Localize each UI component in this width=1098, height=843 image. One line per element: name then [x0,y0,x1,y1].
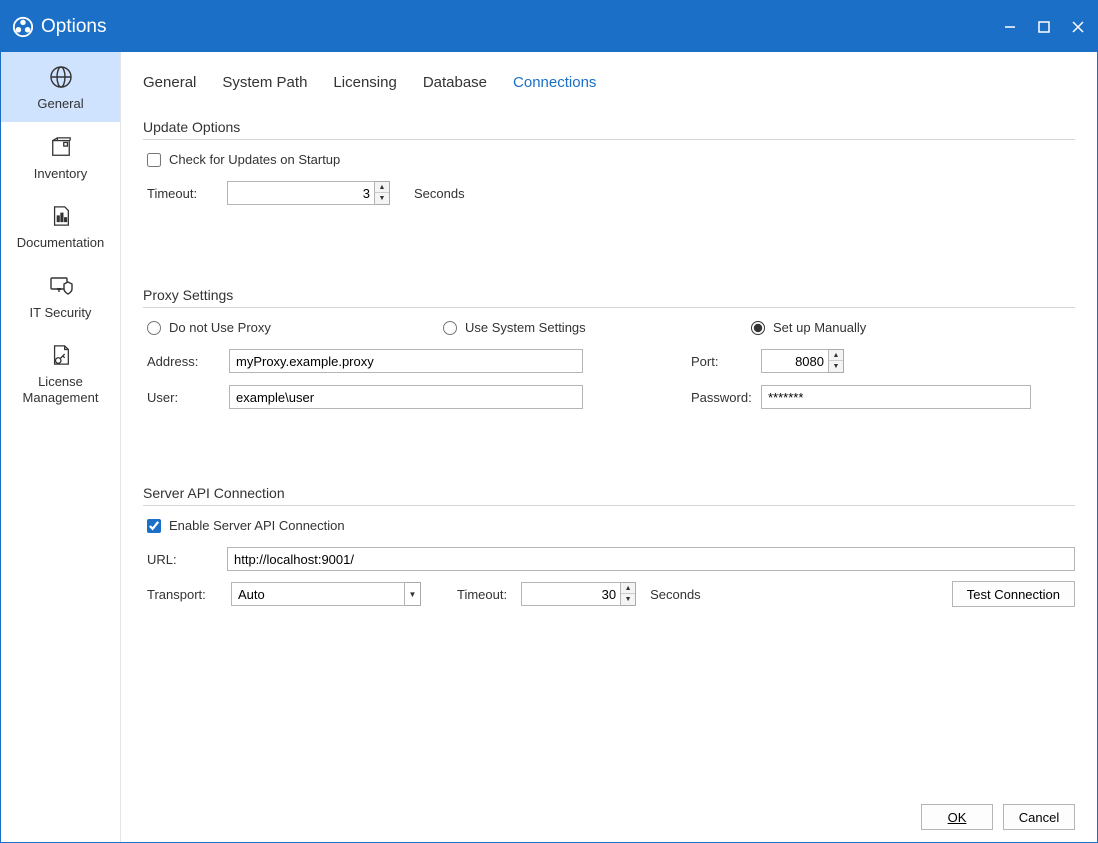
transport-label: Transport: [147,587,217,602]
proxy-port-input[interactable] [761,349,829,373]
main-panel: General System Path Licensing Database C… [121,52,1097,842]
spinner-down-icon[interactable]: ▼ [621,594,635,605]
minimize-button[interactable] [993,2,1027,52]
api-timeout-unit: Seconds [650,587,701,602]
api-heading: Server API Connection [143,485,1075,501]
proxy-radio-none[interactable] [147,321,161,335]
transport-select[interactable] [231,582,405,606]
divider [143,307,1075,308]
sidebar-item-label: License Management [23,374,99,405]
enable-api-label: Enable Server API Connection [169,518,345,533]
timeout-input[interactable] [227,181,375,205]
proxy-password-label: Password: [675,390,755,405]
check-updates-label: Check for Updates on Startup [169,152,340,167]
ok-button[interactable]: OK [921,804,993,830]
tab-database[interactable]: Database [423,74,487,91]
proxy-radio-manual[interactable] [751,321,765,335]
enable-api-checkbox[interactable] [147,519,161,533]
window-title: Options [41,16,106,38]
divider [143,505,1075,506]
timeout-label: Timeout: [147,186,217,201]
maximize-button[interactable] [1027,2,1061,52]
sidebar: General Inventory Documentation IT Secur… [1,52,121,842]
update-options-heading: Update Options [143,119,1075,135]
proxy-address-input[interactable] [229,349,583,373]
globe-icon [48,64,74,90]
proxy-password-input[interactable] [761,385,1031,409]
proxy-user-input[interactable] [229,385,583,409]
shield-icon [48,273,74,299]
spinner-up-icon[interactable]: ▲ [621,583,635,594]
api-url-input[interactable] [227,547,1075,571]
tabs: General System Path Licensing Database C… [121,52,1097,105]
cancel-button[interactable]: Cancel [1003,804,1075,830]
proxy-radio-system-label: Use System Settings [465,320,586,335]
tab-licensing[interactable]: Licensing [333,74,396,91]
proxy-radio-manual-label: Set up Manually [773,320,866,335]
sidebar-item-license-management[interactable]: License Management [1,330,120,415]
sidebar-item-general[interactable]: General [1,52,120,122]
tab-system-path[interactable]: System Path [222,74,307,91]
tab-general[interactable]: General [143,74,196,91]
sidebar-item-label: Inventory [34,166,87,182]
close-button[interactable] [1061,2,1095,52]
proxy-radio-system[interactable] [443,321,457,335]
box-icon [48,134,74,160]
spinner-down-icon[interactable]: ▼ [829,361,843,372]
proxy-user-label: User: [147,390,223,405]
app-logo-icon [11,15,35,39]
sidebar-item-label: IT Security [30,305,92,321]
sidebar-item-inventory[interactable]: Inventory [1,122,120,192]
api-timeout-label: Timeout: [457,587,507,602]
sidebar-item-documentation[interactable]: Documentation [1,191,120,261]
sidebar-item-it-security[interactable]: IT Security [1,261,120,331]
chevron-down-icon[interactable]: ▼ [405,582,421,606]
dialog-footer: OK Cancel [921,804,1075,830]
chart-doc-icon [48,203,74,229]
titlebar: Options [1,1,1097,52]
timeout-unit: Seconds [414,186,465,201]
api-timeout-input[interactable] [521,582,621,606]
api-url-label: URL: [147,552,217,567]
sidebar-item-label: General [37,96,83,112]
spinner-up-icon[interactable]: ▲ [375,182,389,193]
sidebar-item-label: Documentation [17,235,104,251]
test-connection-button[interactable]: Test Connection [952,581,1075,607]
license-icon [48,342,74,368]
check-updates-checkbox[interactable] [147,153,161,167]
proxy-heading: Proxy Settings [143,287,1075,303]
proxy-radio-none-label: Do not Use Proxy [169,320,271,335]
spinner-up-icon[interactable]: ▲ [829,350,843,361]
proxy-address-label: Address: [147,354,223,369]
spinner-down-icon[interactable]: ▼ [375,193,389,204]
tab-connections[interactable]: Connections [513,74,596,91]
divider [143,139,1075,140]
proxy-port-label: Port: [675,354,755,369]
